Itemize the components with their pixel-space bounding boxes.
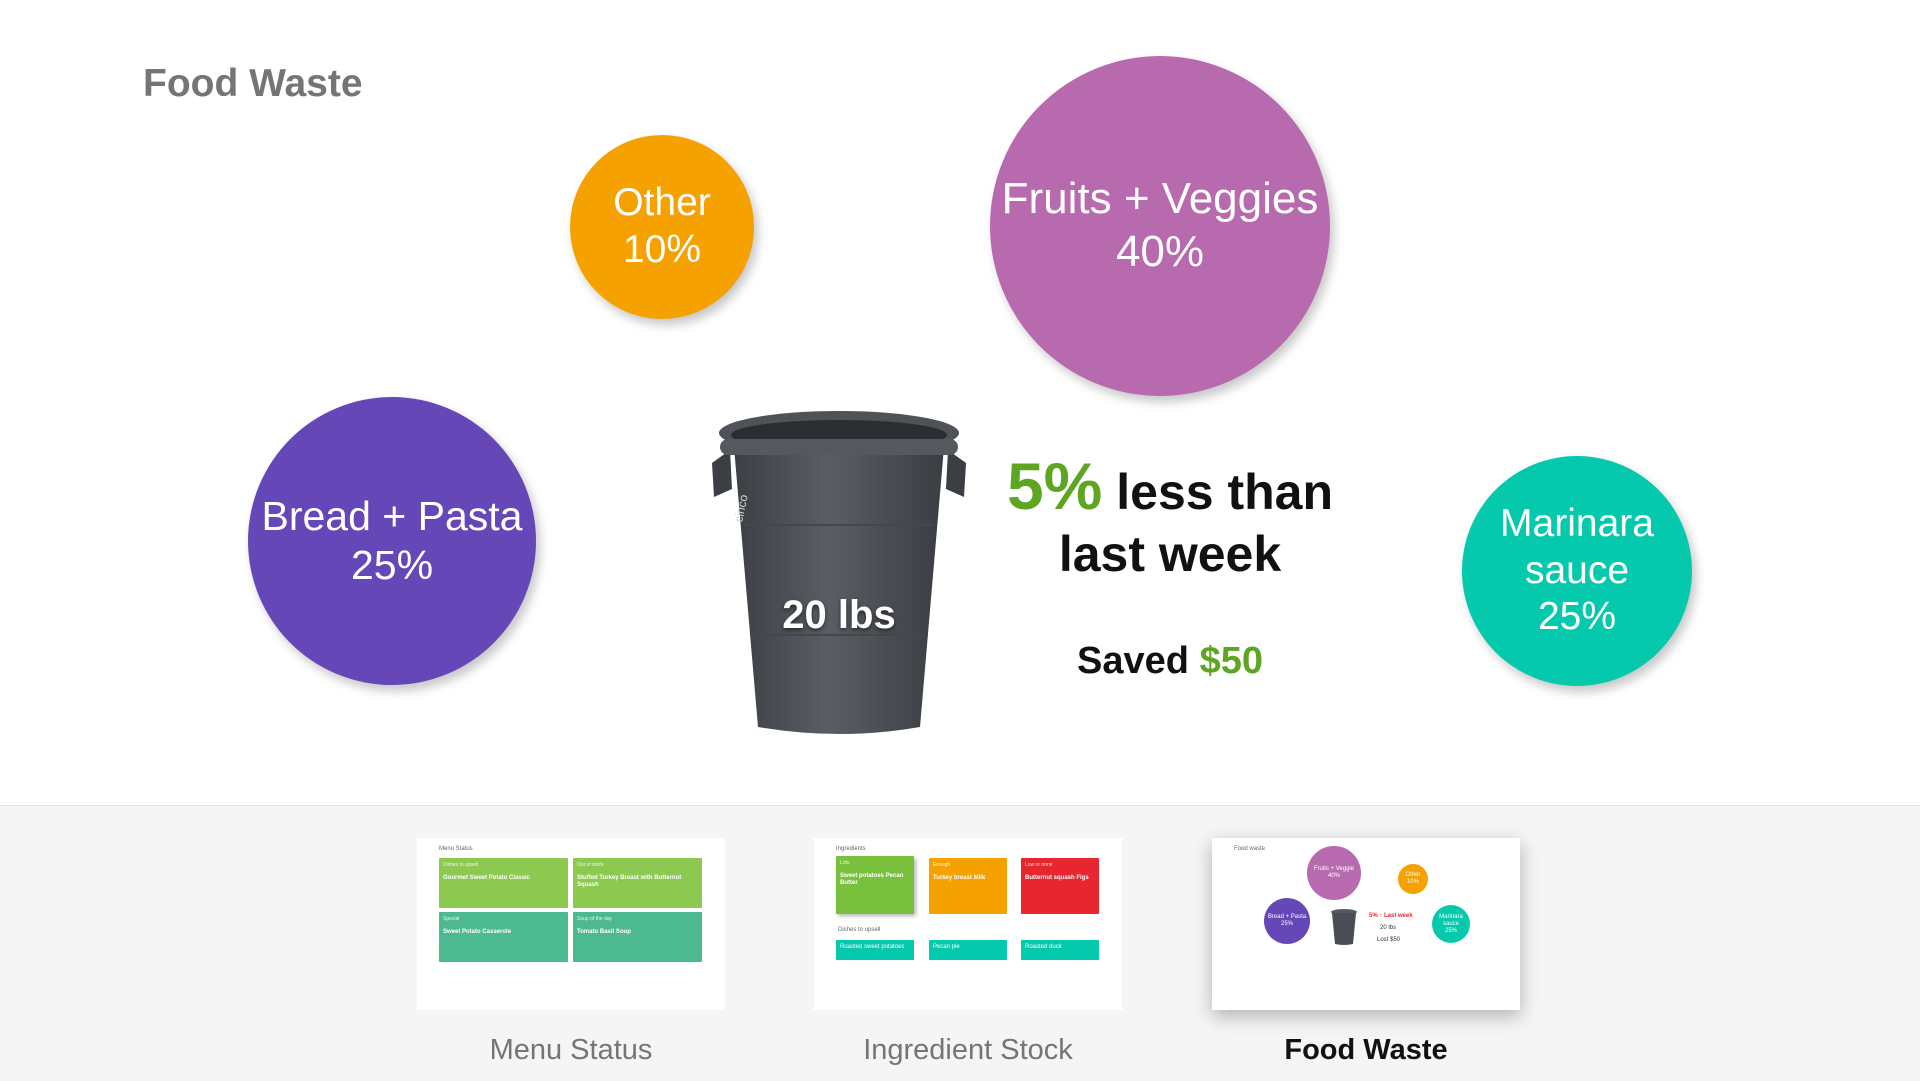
- savings-amount: $50: [1199, 640, 1263, 682]
- thumb-title: Food waste: [1234, 846, 1266, 852]
- mini-card: Enough Turkey breast Milk: [929, 858, 1007, 914]
- mini-circle-label: Fruits + Veggie: [1313, 866, 1355, 872]
- category-bubble-bread-pasta: Bread + Pasta 25%: [248, 397, 536, 685]
- mini-card: Special Sweet Potato Casserole: [439, 912, 568, 962]
- weekly-comparison: 5% less than last week: [990, 453, 1350, 585]
- mini-circle-label: Bread + Pasta: [1267, 914, 1307, 920]
- nav-label-food-waste[interactable]: Food Waste: [1212, 1034, 1520, 1067]
- category-percent: 40%: [1115, 227, 1205, 276]
- category-name: Fruits + Veggies: [1001, 174, 1319, 224]
- nav-label-ingredient-stock[interactable]: Ingredient Stock: [814, 1034, 1122, 1067]
- mini-card-text: Sweet Potato Casserole: [443, 929, 512, 935]
- category-percent: 10%: [622, 228, 702, 271]
- category-name: Bread + Pasta: [261, 492, 523, 539]
- mini-card: Lots Sweet potatoes Pecan Butter: [836, 856, 914, 914]
- mini-circle-bread: Bread + Pasta 25%: [1264, 898, 1310, 944]
- savings-label: Saved: [1077, 640, 1189, 682]
- mini-circle-percent: 40%: [1327, 873, 1340, 879]
- category-name-line1: Marinara: [1500, 501, 1654, 545]
- mini-card-text: Butternut squash Figs: [1025, 875, 1089, 881]
- mini-card-header: Lots: [840, 860, 850, 866]
- screen-switcher: Menu Status Dishes to upsell Gourmet Swe…: [0, 805, 1920, 1081]
- mini-circle-fruits: Fruits + Veggie 40%: [1307, 846, 1361, 900]
- mini-card: Low or none Butternut squash Figs: [1021, 858, 1099, 914]
- mini-lost: Lost $50: [1377, 937, 1401, 943]
- mini-card: Out of stock Stuffed Turkey Breast with …: [573, 858, 702, 908]
- waste-weight: 20 lbs: [782, 593, 896, 637]
- mini-card-text: Gourmet Sweet Potato Classic: [443, 875, 531, 881]
- category-bubble-fruits-veggies: Fruits + Veggies 40%: [990, 56, 1330, 396]
- mini-circle-percent: 10%: [1406, 879, 1419, 885]
- nav-label-menu-status[interactable]: Menu Status: [417, 1034, 725, 1067]
- mini-circle-label: Marinara sauce: [1439, 913, 1463, 927]
- mini-card-text: Sweet potatoes Pecan Butter: [840, 873, 904, 886]
- mini-card-header: Soup of the day: [577, 916, 613, 922]
- thumb-food-waste[interactable]: Food waste Fruits + Veggie 40% Other 10%…: [1212, 838, 1520, 1010]
- mini-upsell-text: Roasted sweet potatoes: [840, 944, 905, 950]
- trash-bin-icon: cinco: [712, 411, 966, 734]
- mini-upsell-text: Roasted duck: [1025, 944, 1062, 950]
- mini-card: Dishes to upsell Gourmet Sweet Potato Cl…: [439, 858, 568, 908]
- mini-weight: 20 lbs: [1380, 925, 1397, 931]
- savings: Saved $50: [990, 640, 1350, 683]
- thumb-title: Ingredients: [836, 846, 866, 852]
- mini-card-text: Stuffed Turkey Breast with Butternut Squ…: [577, 875, 682, 888]
- mini-circle-percent: 25%: [1444, 927, 1457, 934]
- mini-circle-other: Other 10%: [1398, 864, 1428, 894]
- mini-circle-label: Other: [1405, 872, 1421, 878]
- mini-trash-bin-icon: [1331, 909, 1357, 945]
- mini-card-text: Turkey breast Milk: [933, 875, 986, 881]
- category-percent: 25%: [350, 542, 434, 588]
- mini-upsell-text: Pecan pie: [933, 944, 960, 950]
- comparison-text: less than: [1116, 464, 1334, 520]
- category-name-line2: sauce: [1524, 548, 1630, 592]
- mini-card-header: Dishes to upsell: [443, 862, 479, 868]
- comparison-period: last week: [1058, 526, 1282, 582]
- mini-circle-marinara: Marinara sauce 25%: [1432, 905, 1470, 943]
- thumb-menu-status[interactable]: Menu Status Dishes to upsell Gourmet Swe…: [417, 838, 725, 1010]
- mini-card-header: Special: [443, 916, 460, 922]
- page-title: Food Waste: [143, 62, 363, 105]
- mini-upsell-item: Pecan pie: [929, 940, 1007, 960]
- category-percent: 25%: [1537, 595, 1617, 639]
- thumb-ingredient-stock[interactable]: Ingredients Lots Sweet potatoes Pecan Bu…: [814, 838, 1122, 1010]
- mini-upsell-item: Roasted sweet potatoes: [836, 940, 914, 960]
- mini-card-text: Tomato Basil Soup: [577, 929, 631, 935]
- trash-bin-image: cinco 20 lbs: [708, 405, 970, 737]
- mini-circle-percent: 25%: [1280, 921, 1293, 927]
- mini-card-header: Enough: [933, 862, 951, 868]
- category-bubble-marinara: Marinara sauce 25%: [1462, 456, 1692, 686]
- mini-upsell-item: Roasted duck: [1021, 940, 1099, 960]
- mini-upsell-label: Dishes to upsell: [838, 927, 881, 933]
- category-bubble-other: Other 10%: [570, 135, 754, 319]
- mini-card: Soup of the day Tomato Basil Soup: [573, 912, 702, 962]
- comparison-percent: 5%: [1006, 449, 1103, 523]
- category-name: Other: [613, 181, 711, 225]
- mini-stat: 5% ↑ Last week: [1369, 913, 1413, 919]
- mini-card-header: Low or none: [1025, 862, 1053, 868]
- mini-card-header: Out of stock: [577, 862, 604, 868]
- thumb-title: Menu Status: [439, 846, 473, 852]
